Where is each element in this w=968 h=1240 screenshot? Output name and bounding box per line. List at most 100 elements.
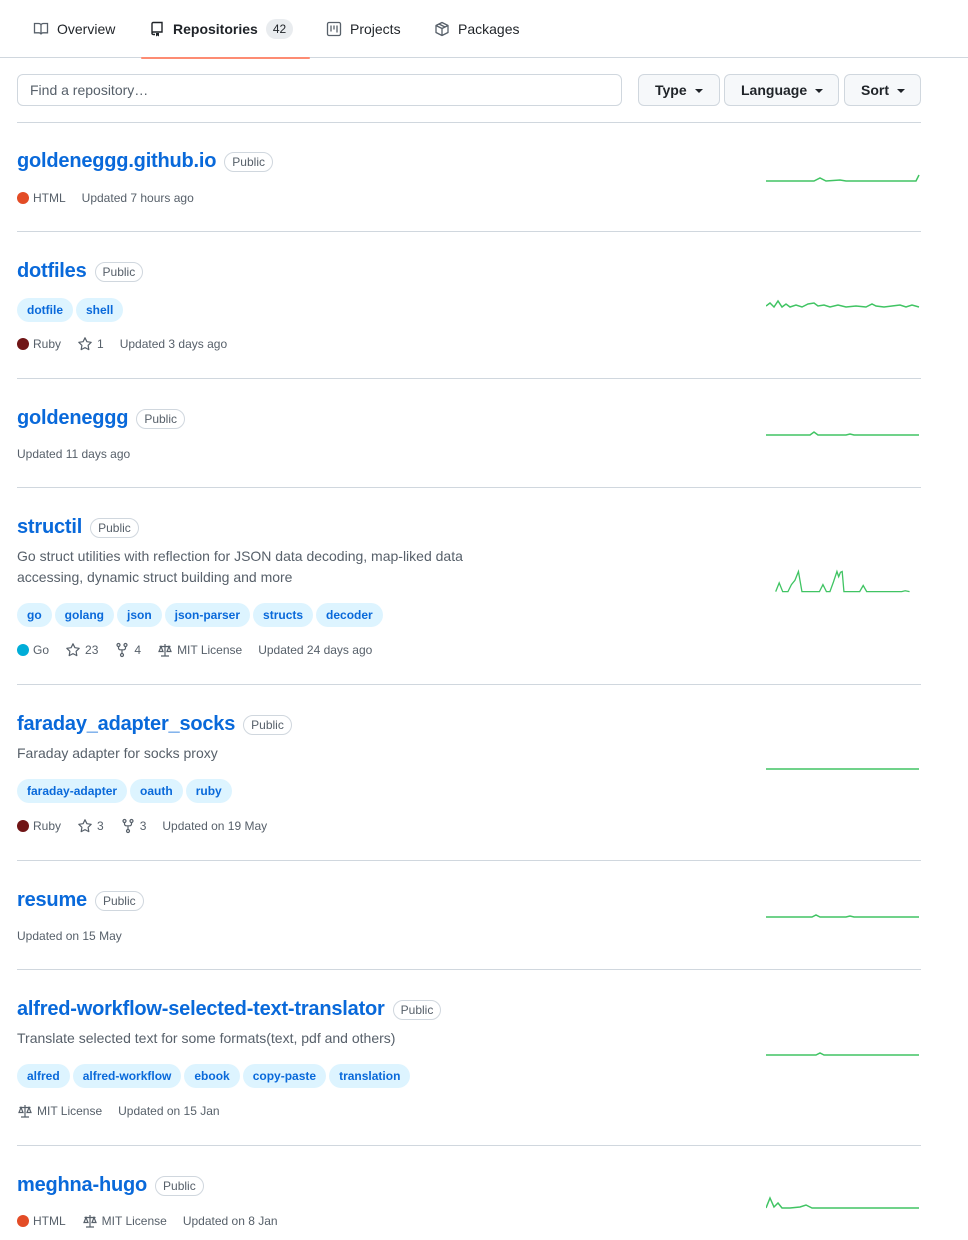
caret-down-icon	[815, 89, 824, 93]
sort-button[interactable]: Sort	[844, 74, 921, 106]
stargazers-link[interactable]: 23	[65, 642, 98, 658]
repo-name-link[interactable]: structil	[17, 516, 82, 539]
repo-updated: Updated 24 days ago	[258, 643, 373, 657]
tab-overview[interactable]: Overview	[25, 0, 123, 58]
repo-list-item: goldeneggg Public Updated 11 days ago	[17, 379, 921, 488]
law-icon	[18, 1105, 32, 1118]
repo-list-item: goldeneggg.github.io Public HTML Updated…	[17, 123, 921, 232]
repo-description: Translate selected text for some formats…	[17, 1030, 396, 1046]
language-name: HTML	[33, 191, 66, 205]
activity-sparkline	[766, 174, 920, 182]
repo-language: Go	[17, 643, 49, 657]
forks-link[interactable]: 4	[114, 642, 141, 658]
fork-icon	[116, 642, 128, 658]
package-icon	[435, 21, 449, 37]
repo-list-item: meghna-hugo Public HTML MIT License Upda…	[17, 1146, 921, 1240]
stargazers-link[interactable]: 1	[77, 336, 104, 352]
repo-name-link[interactable]: faraday_adapter_socks	[17, 713, 235, 736]
topic-tag[interactable]: go	[17, 603, 52, 627]
type-filter-button[interactable]: Type	[638, 74, 720, 106]
visibility-badge: Public	[94, 890, 144, 911]
topic-tag[interactable]: ebook	[184, 1064, 240, 1088]
activity-sparkline	[766, 431, 919, 436]
activity-sparkline	[766, 299, 920, 309]
repo-list-item: structil Public Go struct utilities with…	[17, 488, 921, 685]
repo-language: Ruby	[17, 819, 61, 833]
topic-tag[interactable]: golang	[54, 603, 114, 627]
repo-updated: Updated on 8 Jan	[182, 1214, 278, 1228]
repo-updated: Updated on 15 May	[17, 929, 122, 943]
star-count: 1	[97, 337, 104, 351]
language-color-dot	[17, 820, 29, 832]
topic-tag[interactable]: alfred-workflow	[72, 1064, 182, 1088]
star-icon	[78, 337, 92, 351]
stargazers-link[interactable]: 3	[77, 818, 104, 834]
topic-tag[interactable]: oauth	[130, 779, 183, 803]
repo-icon	[151, 21, 163, 37]
topic-tag[interactable]: shell	[76, 298, 124, 322]
star-count: 23	[85, 643, 99, 657]
language-filter-label: Language	[741, 82, 808, 98]
repo-updated: Updated 7 hours ago	[81, 191, 194, 205]
activity-sparkline	[775, 569, 910, 593]
tab-label: Projects	[350, 21, 401, 37]
visibility-badge: Public	[136, 408, 186, 429]
tab-packages[interactable]: Packages	[426, 0, 527, 58]
visibility-badge: Public	[392, 999, 442, 1020]
sort-label: Sort	[861, 82, 889, 98]
law-icon	[158, 644, 172, 657]
project-icon	[326, 21, 342, 37]
topic-tag[interactable]: structs	[253, 603, 314, 627]
repo-list-item: faraday_adapter_socks Public Faraday ada…	[17, 685, 921, 861]
repo-license: MIT License	[82, 1213, 167, 1229]
fork-icon	[122, 818, 134, 834]
repo-name-link[interactable]: meghna-hugo	[17, 1174, 147, 1197]
topic-tag[interactable]: dotfile	[17, 298, 73, 322]
topic-tag[interactable]: json-parser	[164, 603, 251, 627]
topic-tag[interactable]: copy-paste	[242, 1064, 327, 1088]
star-icon	[66, 643, 80, 657]
language-color-dot	[17, 192, 29, 204]
fork-count: 3	[139, 819, 147, 833]
visibility-badge: Public	[243, 714, 292, 735]
visibility-badge: Public	[90, 517, 139, 538]
topic-tag[interactable]: faraday-adapter	[17, 779, 128, 803]
repo-name-link[interactable]: alfred-workflow-selected-text-translator	[17, 998, 385, 1021]
repo-name-link[interactable]: dotfiles	[17, 260, 87, 283]
description-line: accessing, dynamic struct building and m…	[17, 569, 293, 585]
topic-tag[interactable]: alfred	[17, 1064, 70, 1088]
repo-count-badge: 42	[265, 19, 294, 39]
visibility-badge: Public	[224, 151, 273, 172]
fork-count: 4	[134, 643, 142, 657]
activity-sparkline	[766, 1052, 919, 1056]
repo-description: Faraday adapter for socks proxy	[17, 745, 218, 761]
repo-name-link[interactable]: goldeneggg.github.io	[17, 150, 216, 173]
language-name: Ruby	[33, 819, 62, 833]
tab-repositories[interactable]: Repositories 42	[141, 0, 310, 59]
caret-down-icon	[694, 89, 703, 93]
profile-tabs: Overview Repositories 42 Projects Packag…	[0, 0, 968, 59]
repo-updated: Updated 11 days ago	[17, 447, 131, 461]
license-name: MIT License	[177, 643, 243, 657]
repo-description: Go struct utilities with reflection for …	[17, 546, 537, 588]
repo-language: HTML	[17, 191, 66, 205]
law-icon	[82, 1215, 97, 1228]
language-color-dot	[17, 644, 29, 656]
tab-projects[interactable]: Projects	[318, 0, 409, 58]
topic-tag[interactable]: ruby	[185, 779, 232, 803]
language-filter-button[interactable]: Language	[724, 74, 839, 106]
visibility-badge: Public	[94, 261, 144, 282]
repo-license: MIT License	[17, 1103, 102, 1119]
activity-sparkline	[766, 1196, 919, 1209]
tab-label: Packages	[458, 21, 520, 37]
forks-link[interactable]: 3	[120, 818, 147, 834]
repo-name-link[interactable]: resume	[17, 889, 87, 912]
repository-search-input[interactable]	[17, 74, 622, 106]
topic-tag[interactable]: json	[117, 603, 162, 627]
language-color-dot	[17, 338, 29, 350]
topic-tag[interactable]: decoder	[316, 603, 383, 627]
star-icon	[78, 819, 92, 833]
repo-name-link[interactable]: goldeneggg	[17, 407, 129, 430]
language-name: Ruby	[33, 337, 62, 351]
topic-tag[interactable]: translation	[329, 1064, 411, 1088]
